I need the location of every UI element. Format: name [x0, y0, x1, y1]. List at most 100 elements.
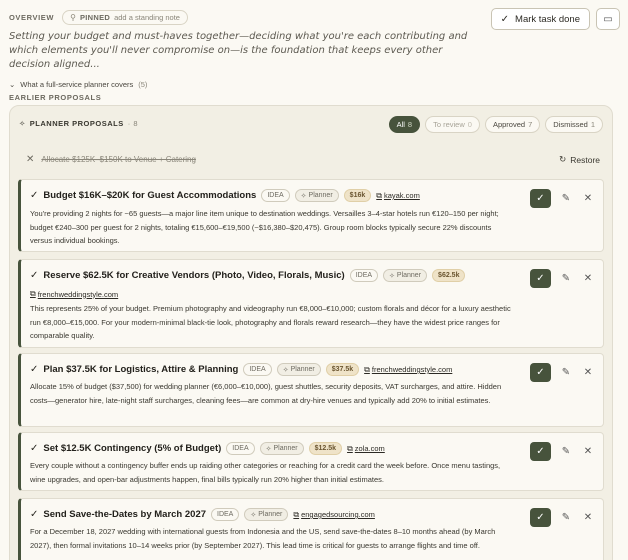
close-icon: ✕ — [583, 512, 593, 523]
overview-label: OVERVIEW — [9, 12, 55, 22]
planner-tag-label: Planner — [396, 272, 422, 279]
source-link[interactable]: ⧉ zola.com — [347, 444, 385, 454]
edit-button[interactable]: ✎ — [559, 367, 573, 378]
sparkle-icon: ✧ — [19, 119, 26, 128]
proposal-card: ✓ Budget $16K–$20K for Guest Accommodati… — [18, 179, 604, 252]
proposal-body: This represents 25% of your budget. Prem… — [30, 304, 511, 340]
close-icon: ✕ — [583, 446, 593, 457]
idea-tag: IDEA — [243, 363, 272, 376]
filter-dismissed[interactable]: Dismissed 1 — [545, 116, 603, 133]
source-link[interactable]: ⧉ engagedsourcing.com — [293, 510, 375, 520]
planner-tag-label: Planner — [273, 445, 298, 452]
dismiss-button[interactable]: ✕ — [581, 512, 595, 523]
amount-tag: $37.5k — [325, 363, 360, 376]
pinned-note-button[interactable]: ⚲ PINNED add a standing note — [62, 9, 188, 25]
close-icon: ✕ — [26, 154, 35, 165]
planner-covers-toggle[interactable]: ⌄ What a full-service planner covers (5) — [9, 80, 620, 89]
edit-button[interactable]: ✎ — [559, 273, 573, 284]
dismiss-button[interactable]: ✕ — [581, 193, 595, 204]
dismiss-button[interactable]: ✕ — [581, 367, 595, 378]
pin-icon: ⚲ — [70, 12, 76, 22]
filter-all[interactable]: All 8 — [388, 116, 421, 133]
proposal-card: ✓ Set $12.5K Contingency (5% of Budget) … — [18, 432, 604, 491]
sparkle-icon: ✧ — [300, 192, 307, 200]
edit-button[interactable]: ✎ — [559, 446, 573, 457]
edit-button[interactable]: ✎ — [559, 512, 573, 523]
sparkle-icon: ✧ — [265, 445, 272, 453]
close-icon: ✕ — [583, 273, 593, 284]
pencil-icon: ✎ — [561, 193, 571, 204]
check-icon: ✓ — [536, 367, 545, 378]
proposal-body: For a December 18, 2027 wedding with int… — [30, 527, 496, 550]
check-icon: ✓ — [30, 364, 39, 375]
source-link-text: frenchweddingstyle.com — [37, 289, 119, 299]
planner-proposals-panel: ✧ PLANNER PROPOSALS · 8 All 8 To review … — [9, 105, 613, 560]
source-link[interactable]: ⧉ frenchweddingstyle.com — [364, 365, 452, 375]
restore-icon: ↻ — [559, 154, 567, 164]
restore-button[interactable]: ↻ Restore — [559, 154, 600, 165]
accept-button[interactable]: ✓ — [530, 363, 551, 382]
earlier-proposals-label: EARLIER PROPOSALS — [9, 93, 102, 102]
proposal-title: Send Save-the-Dates by March 2027 — [43, 509, 207, 520]
source-link[interactable]: ⧉ kayak.com — [376, 191, 420, 201]
accept-button[interactable]: ✓ — [530, 269, 551, 288]
proposal-title: Set $12.5K Contingency (5% of Budget) — [43, 443, 222, 454]
planner-tag: ✧ Planner — [276, 363, 321, 376]
idea-tag: IDEA — [226, 442, 255, 455]
planner-tag: ✧ Planner — [259, 442, 304, 455]
dismissed-proposal: ✕ Allocate $125K–$150K to Venue + Cateri… — [26, 154, 606, 165]
proposal-card: ✓ Send Save-the-Dates by March 2027 IDEA… — [18, 498, 604, 560]
amount-tag: $62.5k — [432, 269, 466, 282]
proposal-title: Plan $37.5K for Logistics, Attire & Plan… — [43, 364, 239, 375]
pinned-label: PINNED — [79, 12, 111, 22]
accept-button[interactable]: ✓ — [530, 189, 551, 208]
planner-tag: ✧ Planner — [383, 269, 428, 282]
proposal-body: You're providing 2 nights for ~65 guests… — [30, 209, 499, 245]
sparkle-icon: ✧ — [282, 366, 289, 374]
accept-button[interactable]: ✓ — [530, 442, 551, 461]
chevron-down-icon: ⌄ — [9, 80, 16, 89]
idea-tag: IDEA — [349, 269, 379, 282]
check-icon: ✓ — [30, 270, 39, 281]
overview-text: Setting your budget and must-haves toget… — [9, 31, 468, 70]
accept-button[interactable]: ✓ — [530, 508, 551, 527]
sparkle-icon: ✧ — [389, 272, 395, 280]
external-link-icon: ⧉ — [347, 443, 353, 453]
source-link-text: frenchweddingstyle.com — [371, 365, 453, 374]
source-link-text: kayak.com — [383, 191, 420, 200]
filter-label: All — [396, 120, 405, 129]
planner-tag-label: Planner — [308, 192, 333, 199]
planner-tag: ✧ Planner — [244, 508, 289, 521]
external-link-icon: ⧉ — [293, 509, 300, 519]
dismiss-button[interactable]: ✕ — [581, 273, 595, 284]
chat-button[interactable]: ▭ — [596, 8, 620, 30]
filter-approved[interactable]: Approved 7 — [484, 116, 541, 133]
mark-task-done-label: Mark task done — [515, 13, 580, 25]
filter-to-review[interactable]: To review 0 — [425, 116, 480, 133]
check-icon: ✓ — [500, 13, 510, 25]
edit-button[interactable]: ✎ — [559, 193, 573, 204]
sparkle-icon: ✧ — [250, 511, 257, 519]
mark-task-done-button[interactable]: ✓ Mark task done — [490, 8, 590, 30]
filter-count: 7 — [528, 120, 533, 129]
idea-tag: IDEA — [261, 189, 290, 202]
planner-covers-label: What a full-service planner covers — [20, 80, 134, 89]
restore-label: Restore — [570, 154, 600, 165]
close-icon: ✕ — [583, 193, 593, 204]
amount-tag: $16k — [343, 189, 372, 202]
check-icon: ✓ — [536, 512, 545, 523]
planner-tag-label: Planner — [290, 366, 315, 373]
source-link-text: zola.com — [354, 444, 385, 453]
pencil-icon: ✎ — [561, 446, 571, 457]
proposal-body: Every couple without a contingency buffe… — [30, 461, 501, 484]
proposal-body: Allocate 15% of budget ($37,500) for wed… — [30, 382, 502, 405]
proposal-title: Budget $16K–$20K for Guest Accommodation… — [43, 190, 257, 201]
planner-tag: ✧ Planner — [294, 189, 339, 202]
dismissed-proposal-title: Allocate $125K–$150K to Venue + Catering — [41, 155, 196, 164]
planner-covers-count: (5) — [138, 80, 148, 89]
close-icon: ✕ — [583, 367, 593, 378]
dismiss-button[interactable]: ✕ — [581, 446, 595, 457]
external-link-icon: ⧉ — [30, 289, 36, 298]
panel-title: PLANNER PROPOSALS — [29, 119, 124, 128]
source-link[interactable]: ⧉ frenchweddingstyle.com — [30, 289, 118, 299]
